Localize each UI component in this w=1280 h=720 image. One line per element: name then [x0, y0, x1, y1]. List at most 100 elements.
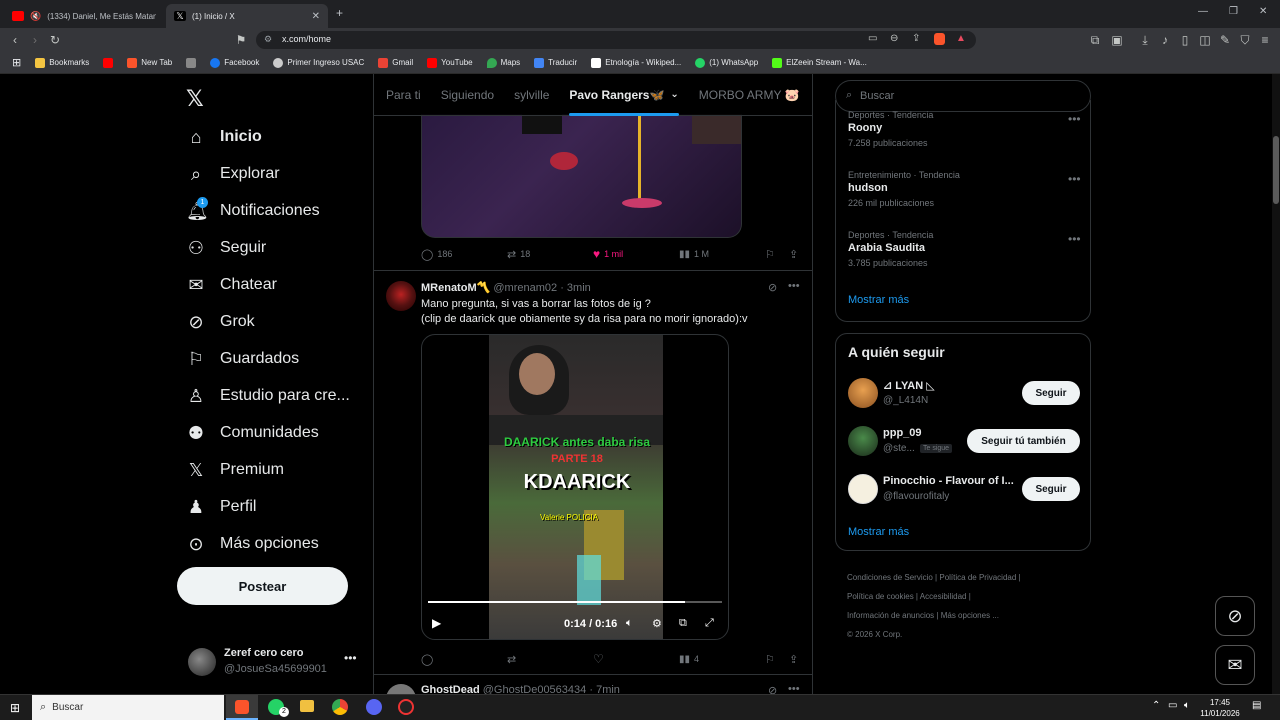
bookmark-item[interactable]: YouTube — [427, 57, 473, 68]
nav-follow[interactable]: ⚇ Seguir — [186, 233, 266, 263]
more-horizontal-icon[interactable]: ••• — [788, 683, 800, 694]
chrome-icon[interactable] — [332, 699, 348, 715]
download-icon[interactable]: ⤓ — [1138, 33, 1152, 47]
obs-icon[interactable] — [398, 699, 414, 715]
bookmark-item[interactable]: Primer Ingreso USAC — [273, 57, 364, 68]
tab-following[interactable]: Siguiendo — [441, 74, 494, 116]
screen-icon[interactable]: ▭ — [868, 33, 877, 44]
footer-link[interactable]: Política de cookies — [847, 592, 914, 601]
more-horizontal-icon[interactable]: ••• — [788, 280, 800, 292]
footer-link[interactable]: Política de Privacidad — [939, 573, 1016, 582]
close-window-icon[interactable]: ✕ — [1259, 6, 1267, 17]
tab-sylville[interactable]: sylville — [514, 74, 549, 116]
nav-home[interactable]: ⌂ Inicio — [186, 122, 262, 152]
post-time[interactable]: 7min — [596, 684, 620, 694]
bookmark-item[interactable]: Traducir — [534, 57, 577, 68]
post-time[interactable]: 3min — [567, 282, 591, 294]
nav-creator-studio[interactable]: ♙ Estudio para cre... — [186, 381, 350, 411]
speaker-icon[interactable]: 🔈︎ — [1184, 700, 1190, 711]
scrollbar-thumb[interactable] — [1273, 136, 1279, 204]
author-handle[interactable]: @mrenam02 — [493, 282, 557, 294]
bookmark-item[interactable] — [103, 57, 114, 68]
post[interactable]: GhostDead @GhostDe00563434 · 7min ⊘ ••• — [374, 675, 812, 694]
more-horizontal-icon[interactable]: ••• — [1068, 172, 1081, 186]
video-progress-track[interactable] — [428, 601, 722, 603]
views-button[interactable]: ▮▮ 4 — [679, 654, 699, 665]
share-icon[interactable]: ⇪ — [789, 653, 798, 666]
nav-more-options[interactable]: ⊙ Más opciones — [186, 529, 318, 559]
account-switcher[interactable]: Zeref cero cero @JosueSa45699901 ••• — [186, 645, 362, 681]
settings-icon[interactable]: ⚙ — [652, 617, 662, 630]
more-horizontal-icon[interactable]: ••• — [1068, 232, 1081, 246]
footer-link[interactable]: Condiciones de Servicio — [847, 573, 933, 582]
bookmark-page-icon[interactable]: ⚑ — [234, 33, 248, 47]
trend-item[interactable]: Entretenimiento · Tendencia hudson 226 m… — [848, 170, 1088, 208]
tab-pavo-rangers[interactable]: Pavo Rangers🦋 ⌄ — [569, 74, 680, 116]
shield-icon[interactable]: ⛉ — [1238, 33, 1252, 47]
close-tab-icon[interactable]: ✕ — [312, 11, 320, 22]
extensions-icon[interactable]: ⧉ — [1088, 33, 1102, 47]
follow-button[interactable]: Seguir — [1022, 477, 1080, 501]
address-bar[interactable]: ⚙ x.com/home ▭ ⊖ ⇪ ▲ — [256, 31, 976, 49]
footer-link[interactable]: Información de anuncios — [847, 611, 934, 620]
nav-grok[interactable]: ⊘ Grok — [186, 307, 254, 337]
previous-post-media[interactable] — [421, 114, 742, 238]
bookmark-item[interactable]: (1) WhatsApp — [695, 57, 758, 68]
chevron-down-icon[interactable]: ⌄ — [670, 89, 678, 100]
site-info-icon[interactable]: ⚙ — [264, 34, 272, 45]
more-horizontal-icon[interactable]: ••• — [344, 651, 357, 665]
like-button[interactable]: ♥ 1 mil — [593, 247, 623, 261]
windows-start-icon[interactable]: ⊞ — [10, 701, 20, 715]
trend-item[interactable]: Deportes · Tendencia Roony 7.258 publica… — [848, 110, 1088, 148]
reply-button[interactable]: ◯ 186 — [421, 248, 452, 261]
grok-icon[interactable]: ⊘ — [768, 281, 777, 294]
show-more-trends-link[interactable]: Mostrar más — [848, 294, 909, 306]
mute-icon[interactable]: 🔇 — [30, 11, 41, 22]
bookmark-item[interactable]: Etnología - Wikiped... — [591, 57, 681, 68]
post[interactable]: MRenatoM〽️ @mrenam02 · 3min ⊘ ••• Mano p… — [374, 271, 812, 681]
browser-tab-x[interactable]: 𝕏 (1) Inicio / X ✕ — [166, 4, 328, 28]
zoom-icon[interactable]: ⊖ — [890, 33, 898, 44]
nav-bookmarks[interactable]: ⚐ Guardados — [186, 344, 299, 374]
show-more-follow-link[interactable]: Mostrar más — [848, 526, 909, 538]
avatar[interactable] — [386, 281, 416, 311]
file-explorer-icon[interactable] — [300, 700, 314, 712]
more-horizontal-icon[interactable]: ••• — [1068, 112, 1081, 126]
play-icon[interactable]: ▶ — [432, 616, 441, 630]
footer-link[interactable]: Más opciones ... — [941, 611, 999, 620]
trend-item[interactable]: Deportes · Tendencia Arabia Saudita 3.78… — [848, 230, 1088, 268]
footer-link[interactable]: Accesibilidad — [920, 592, 967, 601]
grok-float-button[interactable]: ⊘ — [1215, 596, 1255, 636]
music-icon[interactable]: ♪ — [1158, 33, 1172, 47]
share-icon[interactable]: ⇪ — [789, 248, 798, 261]
scrollbar[interactable] — [1272, 74, 1280, 694]
x-logo-icon[interactable]: 𝕏 — [186, 86, 204, 112]
restore-window-icon[interactable]: ❐ — [1229, 6, 1238, 17]
tab-morbo-army[interactable]: MORBO ARMY 🐷 — [699, 74, 800, 116]
tray-chevron-icon[interactable]: ⌃ — [1152, 700, 1160, 711]
follow-suggestion[interactable]: ppp_09 @ste... Te sigue Seguir tú tambié… — [836, 422, 1092, 462]
follow-back-button[interactable]: Seguir tú también — [967, 429, 1080, 453]
bookmark-item[interactable]: ElZeein Stream - Wa... — [772, 57, 867, 68]
reload-icon[interactable]: ↻ — [48, 33, 62, 47]
bookmark-item[interactable] — [186, 57, 197, 68]
menu-icon[interactable]: ≡ — [1258, 33, 1272, 47]
leo-icon[interactable]: ✎ — [1218, 33, 1232, 47]
video-player[interactable]: DAARICK antes daba risa PARTE 18 KDAARIC… — [421, 334, 729, 640]
nav-profile[interactable]: ♟ Perfil — [186, 492, 257, 522]
follow-button[interactable]: Seguir — [1022, 381, 1080, 405]
vpn-icon[interactable]: ◫ — [1198, 33, 1212, 47]
bookmark-item[interactable]: Facebook — [210, 57, 259, 68]
discord-icon[interactable] — [366, 699, 382, 715]
back-icon[interactable]: ‹ — [8, 33, 22, 47]
sidebar-toggle-icon[interactable]: ▯ — [1178, 33, 1192, 47]
clock[interactable]: 17:45 11/01/2026 — [1198, 697, 1242, 719]
bookmark-item[interactable]: Bookmarks — [35, 57, 89, 68]
bookmark-item[interactable]: Gmail — [378, 57, 413, 68]
repost-button[interactable]: ⇄ — [507, 653, 516, 666]
nav-premium[interactable]: 𝕏 Premium — [186, 455, 284, 485]
like-button[interactable]: ♡ — [593, 652, 604, 666]
brave-shields-icon[interactable] — [934, 33, 945, 45]
fullscreen-icon[interactable]: ⤢ — [705, 617, 714, 630]
bookmark-icon[interactable]: ⚐ — [765, 653, 775, 666]
